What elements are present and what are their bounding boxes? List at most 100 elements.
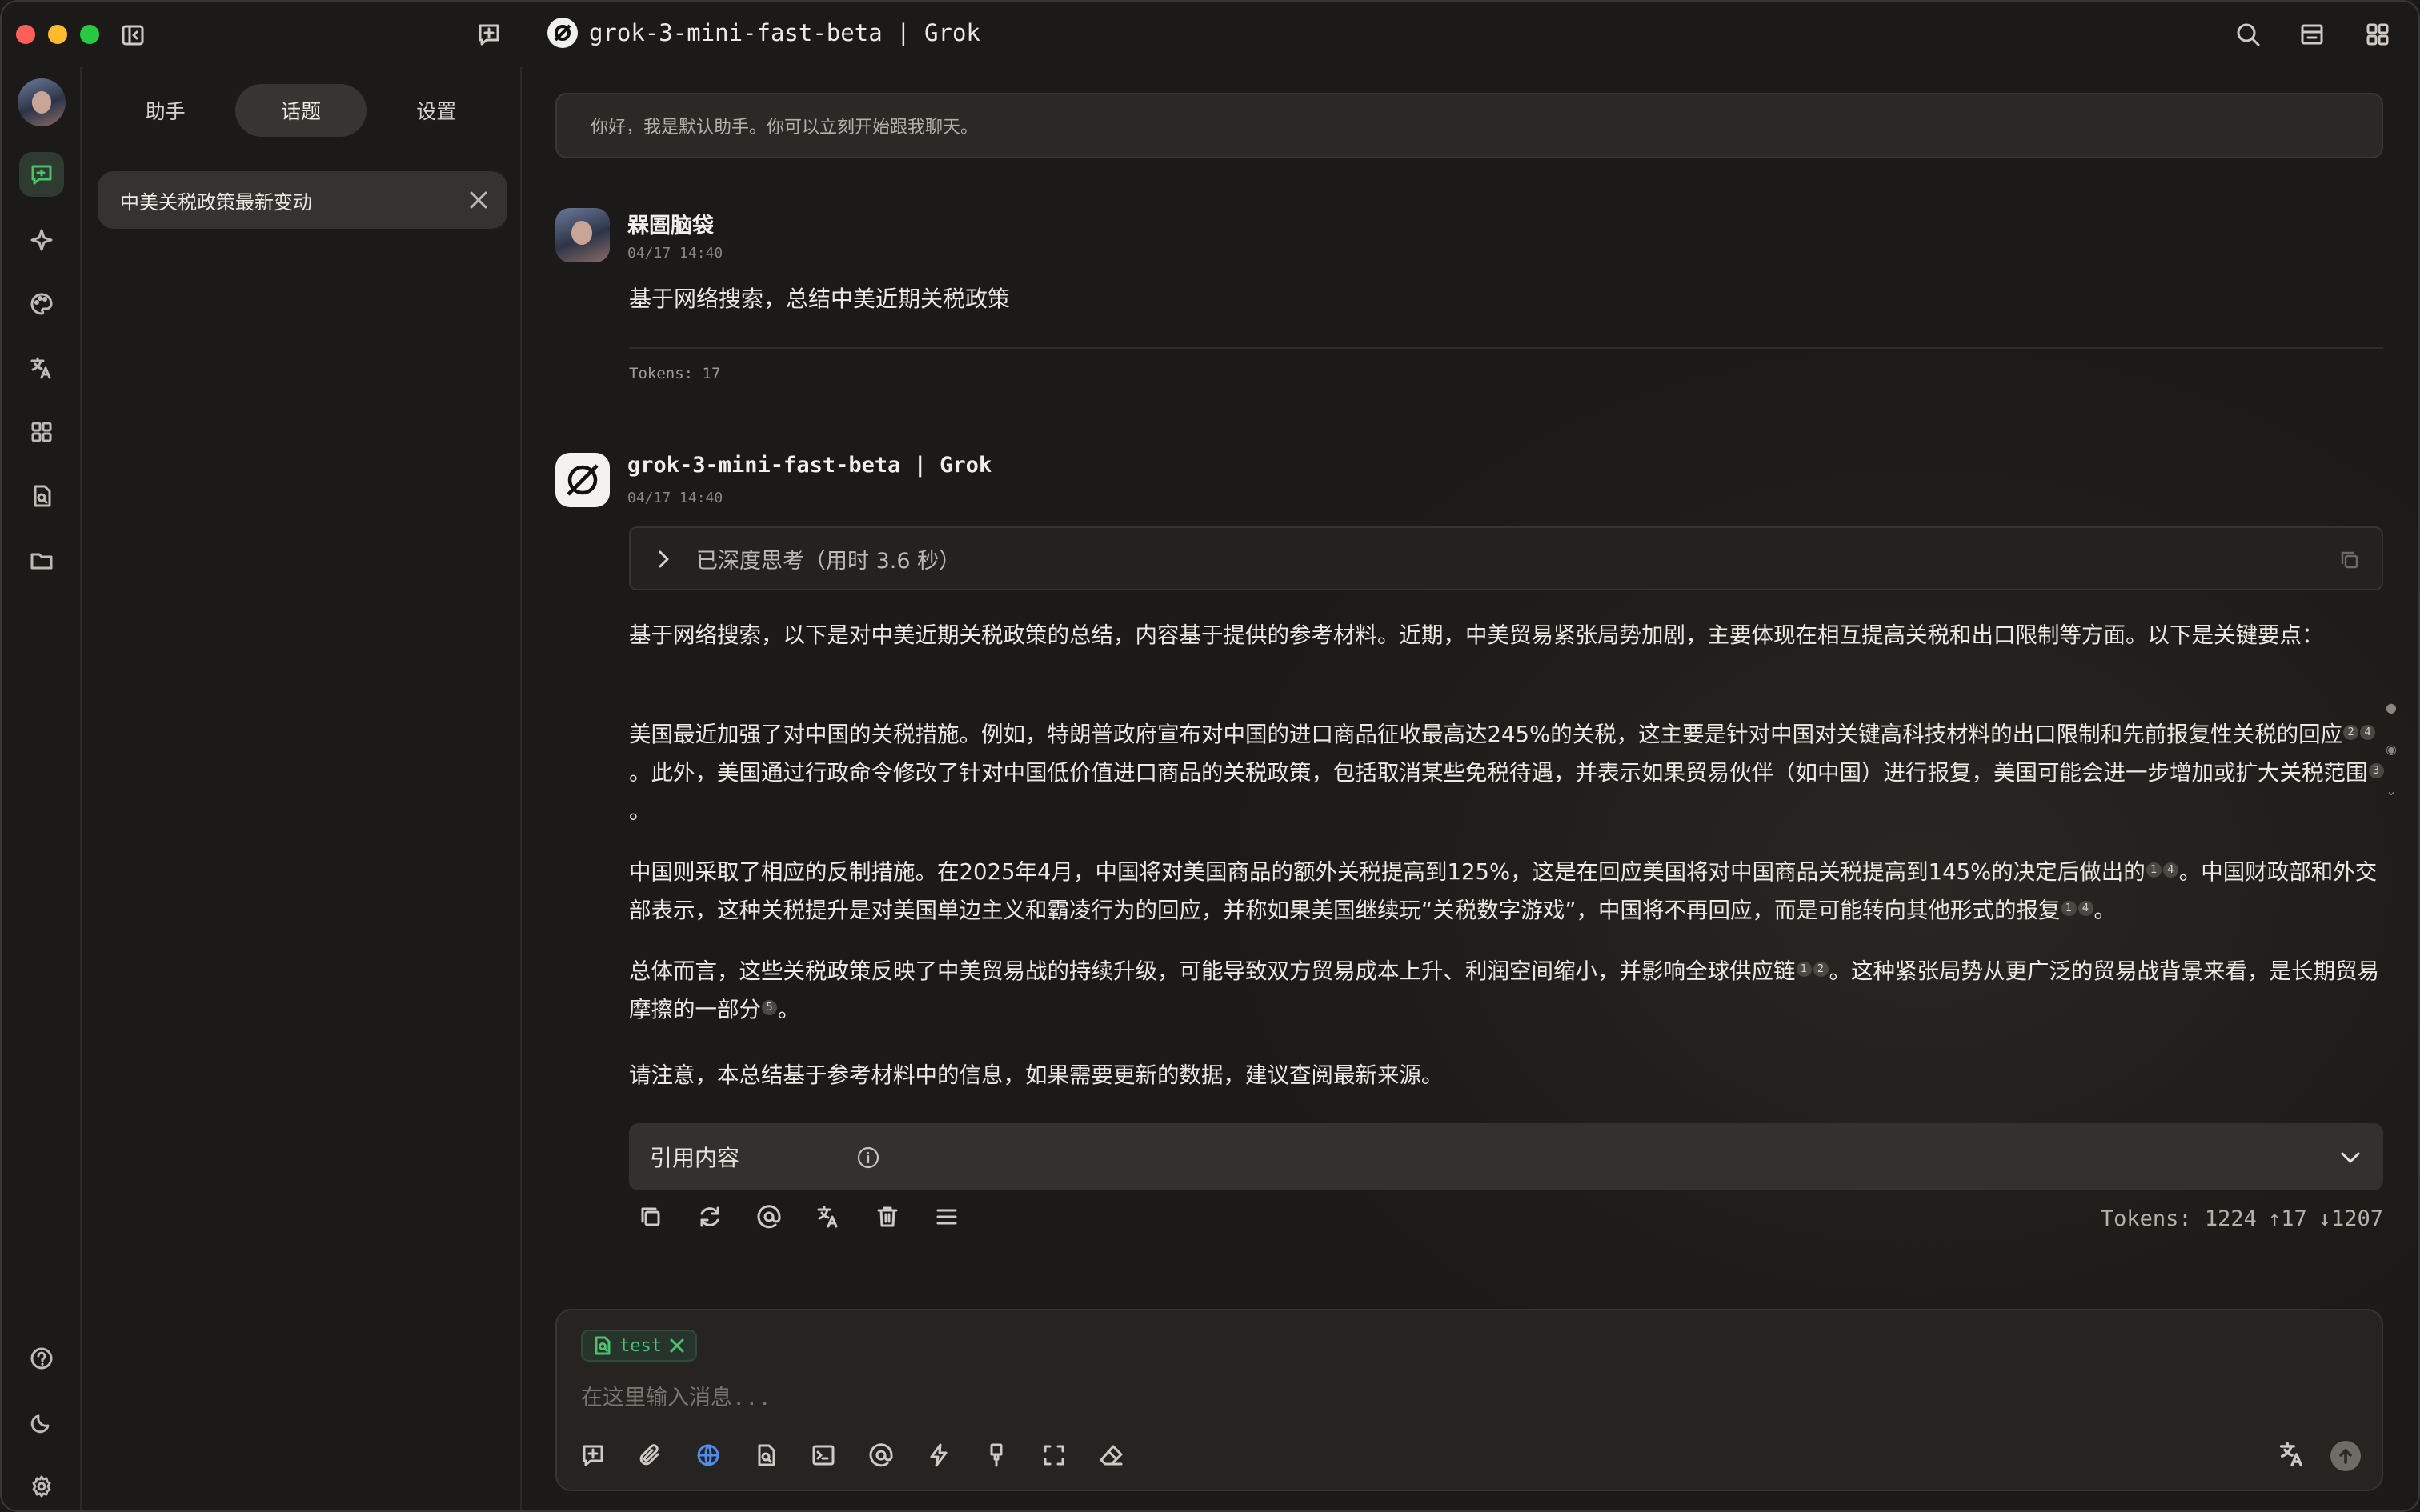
folder-icon[interactable] [19, 538, 64, 582]
regenerate-icon[interactable] [695, 1202, 725, 1232]
scroll-target-icon[interactable]: ◉ [2383, 729, 2399, 770]
copy-icon[interactable] [2338, 549, 2361, 574]
answer-paragraph-3: 中国则采取了相应的反制措施。在2025年4月，中国将对美国商品的额外关税提高到1… [629, 853, 2386, 930]
topics-panel: 助手 话题 设置 中美关税政策最新变动 [83, 67, 522, 1510]
mention-at-icon[interactable] [754, 1202, 784, 1232]
bot-name: grok-3-mini-fast-beta | Grok [627, 453, 992, 478]
quick-phrase-lightning-icon[interactable] [924, 1440, 954, 1470]
window-title: grok-3-mini-fast-beta | Grok [589, 19, 980, 46]
search-icon[interactable] [2233, 19, 2263, 50]
knowledge-base-tag[interactable]: test [581, 1330, 697, 1362]
answer-paragraph-5: 请注意，本总结基于参考材料中的信息，如果需要更新的数据，建议查阅最新来源。 [629, 1062, 1444, 1088]
attachment-paperclip-icon[interactable] [635, 1440, 666, 1470]
citation-badge[interactable]: 1 [2061, 901, 2077, 916]
knowledge-file-icon[interactable] [751, 1440, 781, 1470]
citation-badge[interactable]: 4 [2360, 725, 2376, 740]
settings-gear-icon[interactable] [19, 1464, 64, 1509]
paragraph-text: 。 [629, 798, 651, 824]
clear-context-brush-icon[interactable] [981, 1440, 1012, 1470]
topic-item[interactable]: 中美关税政策最新变动 [98, 171, 507, 229]
nav-rail [2, 67, 82, 1510]
delete-trash-icon[interactable] [872, 1202, 903, 1232]
knowledge-file-icon[interactable] [19, 474, 64, 518]
more-menu-icon[interactable] [932, 1202, 962, 1232]
tokens-input: ↑17 [2267, 1206, 2307, 1231]
layout-grid-icon[interactable] [2362, 19, 2393, 50]
user-message-text: 基于网络搜索，总结中美近期关税政策 [629, 286, 1011, 312]
user-name: 槑圄脑袋 [627, 214, 714, 238]
close-icon[interactable] [467, 189, 490, 216]
paragraph-text: 。 [778, 997, 800, 1022]
toggle-sidebar-icon[interactable] [118, 21, 147, 50]
sparkle-agents-icon[interactable] [19, 218, 64, 262]
paint-palette-icon[interactable] [19, 282, 64, 326]
tab-assistants[interactable]: 助手 [100, 84, 231, 137]
chevron-right-icon [651, 547, 675, 574]
window-title-area: grok-3-mini-fast-beta | Grok [547, 18, 980, 48]
answer-paragraph-2: 美国最近加强了对中国的关税措施。例如，特朗普政府宣布对中国的进口商品征收最高达2… [629, 715, 2386, 830]
paragraph-text: 。 [2093, 898, 2117, 923]
citation-badge[interactable]: 5 [762, 1000, 777, 1015]
composer-toolbar [578, 1440, 1127, 1470]
arrow-up-icon [2339, 1449, 2352, 1464]
paragraph-text: 中国则采取了相应的反制措施。在2025年4月，中国将对美国商品的额外关税提高到1… [629, 859, 2146, 885]
thinking-collapsible[interactable]: 已深度思考（用时 3.6 秒） [629, 526, 2383, 590]
grok-message-avatar [555, 453, 610, 507]
message-actions [635, 1202, 962, 1232]
answer-paragraph-1: 基于网络搜索，以下是对中美近期关税政策的总结，内容基于提供的参考材料。近期，中美… [629, 622, 2324, 648]
minimize-window-button[interactable] [48, 25, 67, 44]
info-icon [856, 1146, 880, 1173]
citation-badge[interactable]: 4 [2162, 862, 2178, 878]
new-topic-icon[interactable] [578, 1440, 608, 1470]
help-icon[interactable] [19, 1336, 64, 1381]
window-controls [16, 25, 99, 44]
answer-paragraph-4: 总体而言，这些关税政策反映了中美贸易战的持续升级，可能导致双方贸易成本上升、利润… [629, 952, 2386, 1029]
send-button[interactable] [2330, 1441, 2361, 1471]
mention-at-icon[interactable] [866, 1440, 896, 1470]
user-message-time: 04/17 14:40 [627, 245, 723, 262]
title-bar: grok-3-mini-fast-beta | Grok [2, 2, 2418, 67]
citation-badge[interactable]: 1 [2146, 862, 2162, 878]
panel-tabs: 助手 话题 设置 [98, 83, 504, 138]
paragraph-text: 总体而言，这些关税政策反映了中美贸易战的持续升级，可能导致双方贸易成本上升、利润… [629, 958, 1796, 984]
apps-grid-icon[interactable] [19, 410, 64, 454]
references-collapsible[interactable]: 引用内容 [629, 1123, 2383, 1190]
translate-icon[interactable] [19, 346, 64, 390]
references-label: 引用内容 [650, 1145, 740, 1171]
dark-mode-moon-icon[interactable] [19, 1400, 64, 1445]
translate-icon[interactable] [813, 1202, 843, 1232]
user-avatar[interactable] [18, 78, 66, 126]
translate-icon[interactable] [2278, 1440, 2306, 1472]
bot-message-time: 04/17 14:40 [627, 490, 723, 506]
welcome-message: 你好，我是默认助手。你可以立刻开始跟我聊天。 [555, 93, 2383, 158]
scroll-dot-icon[interactable]: ● [2383, 687, 2399, 729]
web-search-globe-icon[interactable] [693, 1440, 723, 1470]
message-input[interactable] [581, 1378, 2342, 1418]
token-usage: Tokens: 1224 ↑17 ↓1207 [2101, 1206, 2383, 1231]
user-message-avatar [555, 208, 610, 262]
maximize-window-button[interactable] [80, 25, 99, 44]
citation-badge[interactable]: 3 [2368, 763, 2384, 778]
message-divider [629, 347, 2383, 349]
tab-settings[interactable]: 设置 [371, 84, 502, 137]
chevron-down-icon [2338, 1146, 2362, 1173]
send-controls [2278, 1440, 2361, 1472]
remove-tag-close-icon[interactable] [668, 1337, 686, 1354]
scroll-down-chevron-icon[interactable]: ⌄ [2383, 770, 2399, 812]
citation-badge[interactable]: 2 [1813, 962, 1829, 977]
citation-badge[interactable]: 1 [1796, 962, 1812, 977]
chat-nav-icon[interactable] [19, 152, 64, 197]
citation-badge[interactable]: 4 [2077, 901, 2093, 916]
fullscreen-expand-icon[interactable] [1039, 1440, 1069, 1470]
minimize-app-icon[interactable] [2297, 19, 2327, 50]
tokens-output: ↓1207 [2318, 1206, 2383, 1231]
eraser-icon[interactable] [1096, 1440, 1127, 1470]
thinking-label: 已深度思考（用时 3.6 秒） [696, 548, 961, 574]
tab-topics[interactable]: 话题 [234, 84, 367, 137]
copy-icon[interactable] [635, 1202, 666, 1232]
paragraph-text: 。此外，美国通过行政命令修改了针对中国低价值进口商品的关税政策，包括取消某些免税… [629, 760, 2368, 786]
mcp-terminal-icon[interactable] [808, 1440, 839, 1470]
citation-badge[interactable]: 2 [2343, 725, 2359, 740]
close-window-button[interactable] [16, 25, 35, 44]
new-topic-icon[interactable] [474, 19, 504, 50]
